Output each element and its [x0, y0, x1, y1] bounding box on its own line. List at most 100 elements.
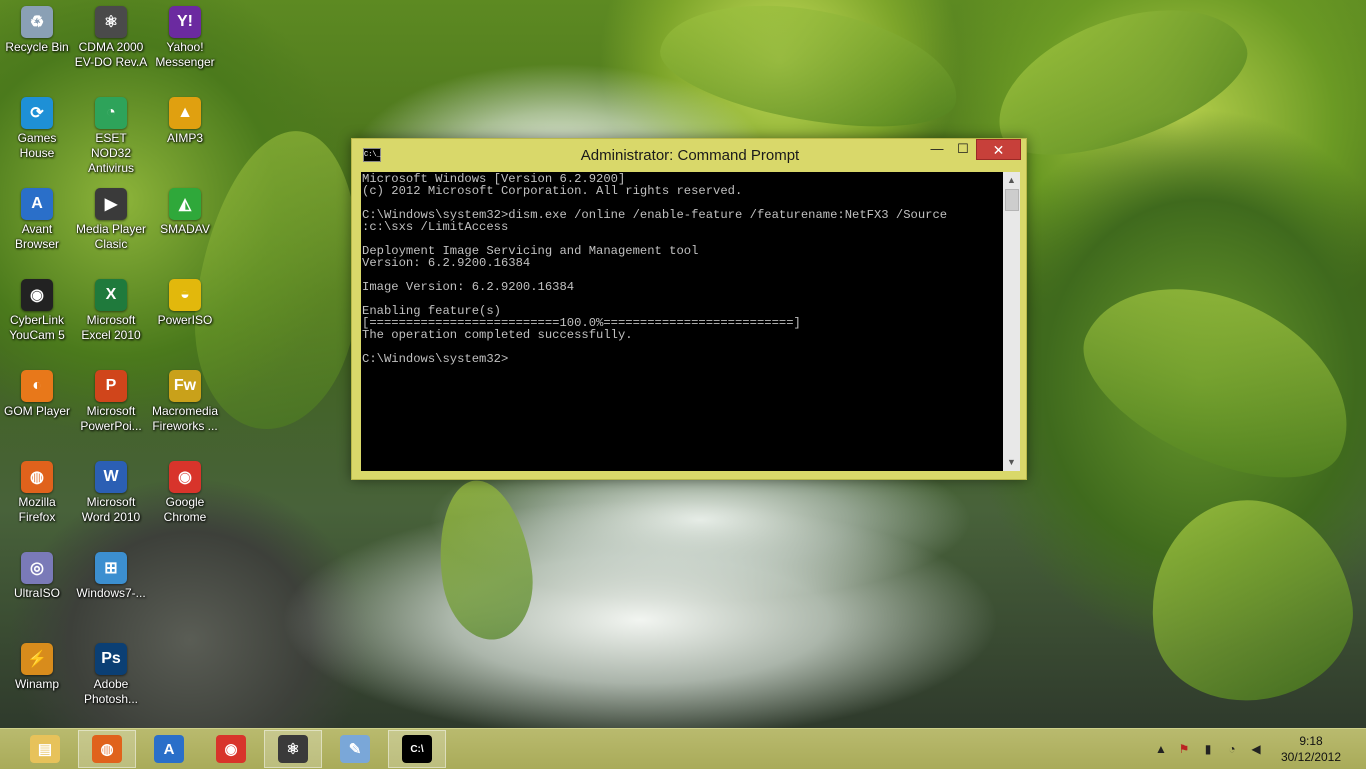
- taskbar-button[interactable]: C:\: [388, 730, 446, 768]
- gom-player-icon: ◐: [21, 370, 53, 402]
- desktop-icon-label: Mozilla Firefox: [18, 495, 56, 524]
- taskbar-button[interactable]: ◍: [78, 730, 136, 768]
- desktop-icon-label: Avant Browser: [14, 222, 59, 251]
- desktop-icon-label: Winamp: [14, 677, 59, 691]
- photoshop-icon: Ps: [95, 643, 127, 675]
- paint-icon: ✎: [340, 735, 370, 763]
- youcam-icon: ◉: [21, 279, 53, 311]
- desktop-icon-label: PowerISO: [157, 313, 213, 327]
- yahoo-messenger-icon: Y!: [169, 6, 201, 38]
- desktop-icon[interactable]: A Avant Browser: [0, 188, 74, 252]
- desktop-icon-label: SMADAV: [160, 222, 210, 236]
- desktop-icon-label: Yahoo! Messenger: [155, 40, 215, 69]
- wallpaper-foliage: [429, 474, 541, 646]
- cdma-modem-icon: ⚛: [278, 735, 308, 763]
- games-house-icon: ⟳: [21, 97, 53, 129]
- desktop-icon[interactable]: ◍ Mozilla Firefox: [0, 461, 74, 525]
- desktop-icon[interactable]: Ps Adobe Photosh...: [74, 643, 148, 707]
- clock[interactable]: 9:18 30/12/2012: [1266, 733, 1356, 765]
- desktop-icon[interactable]: ⟳ Games House: [0, 97, 74, 161]
- taskbar: ▤ ◍ A ◉ ⚛ ✎ C:\ ▲ ⚑ ▮ ◔ ◀ 9:18 30/12/2012: [0, 728, 1366, 769]
- scrollbar-thumb[interactable]: [1005, 189, 1019, 211]
- desktop-icon[interactable]: ◐ GOM Player: [0, 370, 74, 419]
- desktop-icon-label: Windows7-...: [76, 586, 146, 600]
- recycle-bin-icon: ♻: [21, 6, 53, 38]
- firefox-icon: ◍: [92, 735, 122, 763]
- taskbar-button[interactable]: ▤: [16, 730, 74, 768]
- desktop-icon[interactable]: W Microsoft Word 2010: [74, 461, 148, 525]
- console-text: Microsoft Windows [Version 6.2.9200] (c)…: [362, 172, 948, 366]
- taskbar-button[interactable]: ⚛: [264, 730, 322, 768]
- network-icon[interactable]: ◔: [1224, 741, 1240, 757]
- desktop-icon-label: Games House: [17, 131, 57, 160]
- scroll-up-button[interactable]: ▲: [1003, 172, 1020, 189]
- desktop-icon[interactable]: ◎ UltraISO: [0, 552, 74, 601]
- battery-icon[interactable]: ▮: [1200, 741, 1216, 757]
- windows7-shortcut-icon: ⊞: [95, 552, 127, 584]
- desktop-icon[interactable]: ▲ AIMP3: [148, 97, 222, 146]
- wallpaper-foliage: [1059, 248, 1366, 512]
- desktop-icon-label: Macromedia Fireworks ...: [151, 404, 219, 433]
- command-prompt-icon: C:\: [402, 735, 432, 763]
- desktop-icon-label: Microsoft PowerPoi...: [80, 404, 142, 433]
- action-center-flag-icon[interactable]: ⚑: [1176, 741, 1192, 757]
- desktop-icon[interactable]: ◭ SMADAV: [148, 188, 222, 237]
- powerpoint-icon: P: [95, 370, 127, 402]
- desktop-icon-label: Recycle Bin: [5, 40, 69, 54]
- chrome-icon: ◉: [169, 461, 201, 493]
- excel-icon: X: [95, 279, 127, 311]
- desktop-icon-label: Microsoft Excel 2010: [81, 313, 141, 342]
- cdma-modem-icon: ⚛: [95, 6, 127, 38]
- chrome-icon: ◉: [216, 735, 246, 763]
- aimp3-icon: ▲: [169, 97, 201, 129]
- desktop-icon[interactable]: X Microsoft Excel 2010: [74, 279, 148, 343]
- desktop-icon[interactable]: ◒ PowerISO: [148, 279, 222, 328]
- file-explorer-icon: ▤: [30, 735, 60, 763]
- close-button[interactable]: ✕: [976, 139, 1021, 160]
- desktop-icon[interactable]: Fw Macromedia Fireworks ...: [148, 370, 222, 434]
- desktop-icon[interactable]: ▶ Media Player Clasic: [74, 188, 148, 252]
- taskbar-button[interactable]: ✎: [326, 730, 384, 768]
- desktop-icon[interactable]: ◉ Google Chrome: [148, 461, 222, 525]
- ultraiso-icon: ◎: [21, 552, 53, 584]
- wallpaper-foliage: [652, 0, 968, 146]
- desktop-icon-label: Media Player Clasic: [75, 222, 147, 251]
- clock-date: 30/12/2012: [1280, 750, 1342, 764]
- console-output[interactable]: Microsoft Windows [Version 6.2.9200] (c)…: [361, 172, 1003, 471]
- desktop-icon-label: ESET NOD32 Antivirus: [87, 131, 134, 175]
- desktop-icon-label: UltraISO: [13, 586, 60, 600]
- desktop-icon-label: AIMP3: [166, 131, 203, 145]
- desktop-icon[interactable]: ⊞ Windows7-...: [74, 552, 148, 601]
- desktop-icon[interactable]: ◉ CyberLink YouCam 5: [0, 279, 74, 343]
- window-titlebar[interactable]: C:\_ Administrator: Command Prompt — ☐ ✕: [352, 139, 1026, 171]
- desktop-icon[interactable]: ⚡ Winamp: [0, 643, 74, 692]
- eset-icon: ◔: [95, 97, 127, 129]
- fireworks-icon: Fw: [169, 370, 201, 402]
- desktop-icon-label: CDMA 2000 EV-DO Rev.A: [74, 40, 148, 69]
- desktop-icon-label: GOM Player: [3, 404, 70, 418]
- desktop-icon[interactable]: ♻ Recycle Bin: [0, 6, 74, 55]
- taskbar-button[interactable]: A: [140, 730, 198, 768]
- show-hidden-icons-button[interactable]: ▲: [1153, 741, 1169, 757]
- taskbar-button[interactable]: ◉: [202, 730, 260, 768]
- poweriso-icon: ◒: [169, 279, 201, 311]
- desktop-icon[interactable]: ◔ ESET NOD32 Antivirus: [74, 97, 148, 176]
- scroll-down-button[interactable]: ▼: [1003, 454, 1020, 471]
- maximize-button[interactable]: ☐: [950, 139, 976, 160]
- desktop-icon[interactable]: ⚛ CDMA 2000 EV-DO Rev.A: [74, 6, 148, 70]
- avant-browser-icon: A: [21, 188, 53, 220]
- desktop-icon[interactable]: Y! Yahoo! Messenger: [148, 6, 222, 70]
- volume-icon[interactable]: ◀: [1248, 741, 1264, 757]
- minimize-button[interactable]: —: [924, 139, 950, 160]
- clock-time: 9:18: [1299, 734, 1323, 748]
- command-prompt-window[interactable]: C:\_ Administrator: Command Prompt — ☐ ✕…: [351, 138, 1027, 480]
- avant-browser-icon: A: [154, 735, 184, 763]
- wallpaper-foliage: [1134, 484, 1366, 716]
- vertical-scrollbar[interactable]: ▲ ▼: [1003, 172, 1020, 471]
- smadav-icon: ◭: [169, 188, 201, 220]
- desktop-icon[interactable]: P Microsoft PowerPoi...: [74, 370, 148, 434]
- desktop-icon-label: Google Chrome: [163, 495, 207, 524]
- media-player-classic-icon: ▶: [95, 188, 127, 220]
- desktop-icon-label: Adobe Photosh...: [83, 677, 139, 706]
- winamp-icon: ⚡: [21, 643, 53, 675]
